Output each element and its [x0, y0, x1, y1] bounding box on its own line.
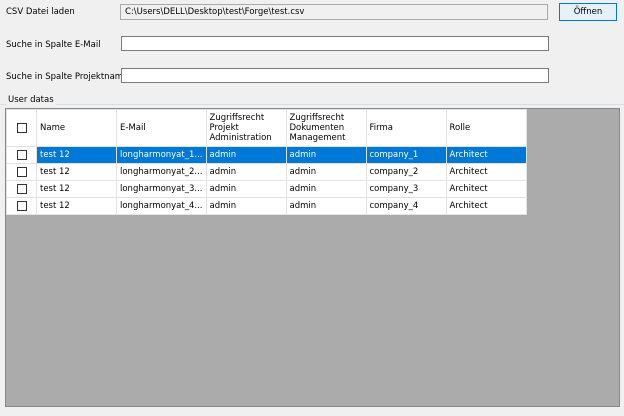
select-all-header[interactable] — [6, 109, 37, 147]
cell-name[interactable]: test 12 — [36, 146, 117, 164]
search-email-label: Suche in Spalte E-Mail — [6, 40, 101, 50]
column-header-company[interactable]: Firma — [365, 109, 447, 147]
select-all-checkbox[interactable] — [16, 122, 27, 133]
cell-project-admin[interactable]: admin — [205, 146, 287, 164]
cell-role[interactable]: Architect — [445, 163, 527, 181]
table-row[interactable]: test 12 longharmonyat_3... admin admin c… — [6, 180, 527, 198]
table-row[interactable]: test 12 longharmonyat_1... admin admin c… — [6, 146, 527, 164]
cell-document-management[interactable]: admin — [285, 146, 367, 164]
row-checkbox[interactable] — [16, 200, 27, 211]
column-header-document-management[interactable]: Zugriffsrecht Dokumenten Management — [285, 109, 367, 147]
cell-company[interactable]: company_4 — [365, 197, 447, 215]
cell-email[interactable]: longharmonyat_2... — [116, 163, 207, 181]
cell-document-management[interactable]: admin — [285, 163, 367, 181]
column-header-role[interactable]: Rolle — [445, 109, 527, 147]
search-project-input[interactable] — [121, 68, 549, 83]
cell-email[interactable]: longharmonyat_1... — [116, 146, 207, 164]
grid-header-row: Name E-Mail Zugriffsrecht Projekt Admini… — [6, 109, 527, 147]
row-checkbox[interactable] — [16, 183, 27, 194]
group-title: User datas — [6, 95, 56, 105]
table-row[interactable]: test 12 longharmonyat_2... admin admin c… — [6, 163, 527, 181]
csv-file-label: CSV Datei laden — [6, 7, 75, 17]
table-row[interactable]: test 12 longharmonyat_4... admin admin c… — [6, 197, 527, 215]
cell-name[interactable]: test 12 — [36, 163, 117, 181]
cell-email[interactable]: longharmonyat_4... — [116, 197, 207, 215]
cell-email[interactable]: longharmonyat_3... — [116, 180, 207, 198]
row-checkbox[interactable] — [16, 166, 27, 177]
row-checkbox[interactable] — [16, 149, 27, 160]
cell-project-admin[interactable]: admin — [205, 163, 287, 181]
search-email-input[interactable] — [121, 36, 549, 51]
cell-role[interactable]: Architect — [445, 146, 527, 164]
user-data-grid[interactable]: Name E-Mail Zugriffsrecht Projekt Admini… — [6, 109, 527, 215]
cell-company[interactable]: company_2 — [365, 163, 447, 181]
cell-document-management[interactable]: admin — [285, 180, 367, 198]
cell-role[interactable]: Architect — [445, 180, 527, 198]
search-project-label: Suche in Spalte Projektname — [6, 72, 129, 82]
cell-company[interactable]: company_3 — [365, 180, 447, 198]
cell-name[interactable]: test 12 — [36, 180, 117, 198]
open-button[interactable]: Öffnen — [559, 3, 617, 21]
cell-name[interactable]: test 12 — [36, 197, 117, 215]
cell-document-management[interactable]: admin — [285, 197, 367, 215]
cell-role[interactable]: Architect — [445, 197, 527, 215]
cell-company[interactable]: company_1 — [365, 146, 447, 164]
column-header-name[interactable]: Name — [36, 109, 117, 147]
group-divider — [0, 104, 624, 105]
csv-path-field[interactable]: C:\Users\DELL\Desktop\test\Forge\test.cs… — [120, 4, 548, 20]
cell-project-admin[interactable]: admin — [205, 180, 287, 198]
window-bottom-edge — [0, 410, 624, 416]
column-header-project-admin[interactable]: Zugriffsrecht Projekt Administration — [205, 109, 287, 147]
cell-project-admin[interactable]: admin — [205, 197, 287, 215]
column-header-email[interactable]: E-Mail — [116, 109, 207, 147]
